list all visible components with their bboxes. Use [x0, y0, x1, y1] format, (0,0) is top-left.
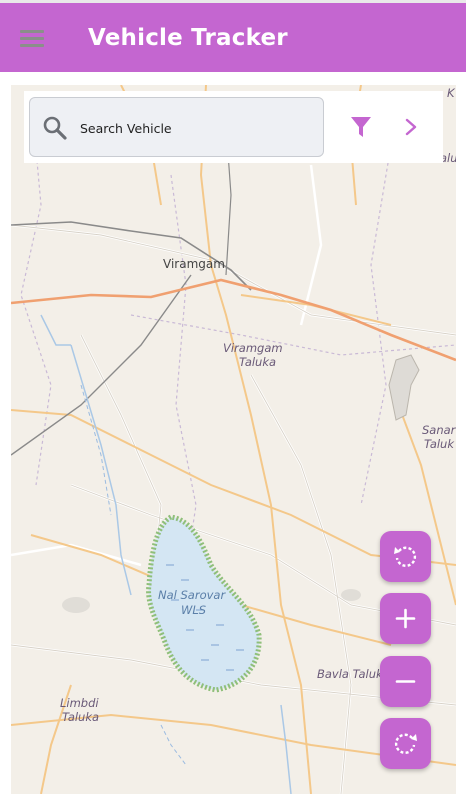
- filter-icon: [351, 117, 371, 137]
- map-label-sanand-line2: Taluk: [424, 437, 455, 451]
- search-vehicle-label: Search Vehicle: [80, 121, 172, 136]
- map-label-edge-k: K: [447, 86, 455, 100]
- map-label-limbdi-line2: Taluka: [62, 710, 100, 724]
- rotate-left-button[interactable]: [380, 531, 431, 582]
- map-label-nal-sarovar-line1: Nal Sarovar: [158, 588, 226, 602]
- hamburger-menu-icon[interactable]: [20, 30, 46, 48]
- search-vehicle-input[interactable]: Search Vehicle: [29, 97, 324, 157]
- map-label-nal-sarovar-line2: WLS: [181, 603, 207, 617]
- zoom-in-icon: [395, 608, 416, 629]
- map-label-sanand-line1: Sanar: [422, 423, 456, 437]
- map-label-bavla: Bavla Taluk: [317, 667, 383, 681]
- rotate-right-button[interactable]: [380, 718, 431, 769]
- rotate-left-icon: [394, 546, 417, 567]
- search-icon: [43, 116, 67, 140]
- zoom-in-button[interactable]: [380, 593, 431, 644]
- map-label-viramgam: Viramgam: [163, 257, 225, 271]
- map-label-viramgam-taluka-line2: Taluka: [239, 355, 277, 369]
- app-title: Vehicle Tracker: [88, 25, 288, 51]
- chevron-right-icon: [405, 118, 417, 136]
- map-label-viramgam-taluka-line1: Viramgam: [223, 341, 283, 355]
- rotate-right-icon: [394, 733, 417, 754]
- zoom-out-button[interactable]: [380, 656, 431, 707]
- next-button[interactable]: [400, 113, 424, 141]
- map-label-limbdi-line1: Limbdi: [60, 696, 99, 710]
- app-bar: Vehicle Tracker: [0, 3, 466, 72]
- zoom-out-icon: [395, 680, 416, 683]
- filter-button[interactable]: [346, 112, 376, 142]
